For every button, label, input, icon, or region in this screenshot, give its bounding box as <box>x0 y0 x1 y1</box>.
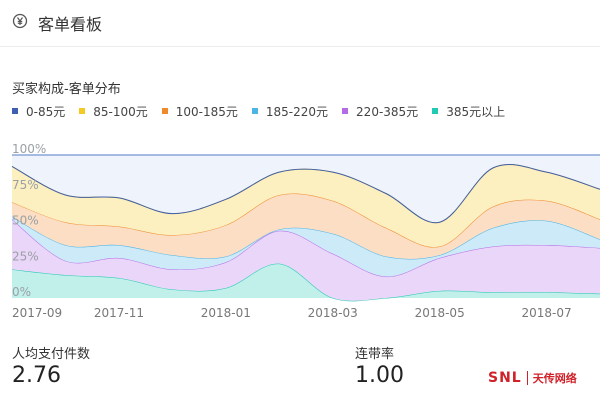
avg-items-label: 人均支付件数 <box>12 347 91 362</box>
y-tick-label: 50% <box>12 214 39 228</box>
page-header: 客单看板 <box>0 0 600 47</box>
page-title: 客单看板 <box>38 15 103 34</box>
legend-swatch <box>251 108 258 114</box>
watermark-brand: SNL <box>488 370 522 386</box>
x-tick-label: 2017-09 <box>12 306 62 320</box>
watermark-logo: SNL 天传网络 <box>488 370 577 386</box>
legend-swatch <box>12 108 18 114</box>
stacked-area-chart: 0% 25% 50% 75% 100% 2017-09 2017-11 2018-01 201… <box>11 142 600 320</box>
legend-item[interactable]: 85-100元 <box>79 103 148 120</box>
watermark-cn: 天传网络 <box>532 372 577 385</box>
legend-item[interactable]: 185-220元 <box>251 103 329 120</box>
legend-label: 220-385元 <box>356 104 419 119</box>
section-title: 买家构成-客单分布 <box>12 82 121 97</box>
x-tick-label: 2018-07 <box>521 306 571 320</box>
legend-swatch <box>432 108 439 114</box>
chart-legend: 0-85元 85-100元 100-185元 185-220元 220-385元 385元… <box>12 103 519 119</box>
legend-swatch <box>161 108 168 114</box>
legend-label: 85-100元 <box>93 104 148 119</box>
yuan-circle-icon <box>12 13 28 29</box>
legend-item[interactable]: 100-185元 <box>161 103 238 120</box>
attach-rate-label: 连带率 <box>355 347 395 362</box>
avg-items-value: 2.76 <box>12 363 61 388</box>
legend-label: 185-220元 <box>265 104 329 119</box>
y-tick-label: 25% <box>12 249 39 263</box>
attach-rate-value: 1.00 <box>355 363 404 388</box>
legend-item[interactable]: 385元以上 <box>432 103 505 120</box>
x-tick-label: 2018-05 <box>415 306 465 320</box>
legend-label: 385元以上 <box>446 104 506 119</box>
x-tick-label: 2018-01 <box>201 306 251 320</box>
legend-label: 100-185元 <box>175 104 238 119</box>
y-tick-label: 100% <box>12 142 46 156</box>
y-tick-label: 0% <box>12 285 31 299</box>
legend-swatch <box>342 108 349 114</box>
legend-label: 0-85元 <box>26 104 66 119</box>
x-tick-label: 2017-11 <box>94 306 144 320</box>
legend-item[interactable]: 220-385元 <box>342 103 418 120</box>
legend-swatch <box>79 108 86 114</box>
x-tick-label: 2018-03 <box>308 306 358 320</box>
legend-item[interactable]: 0-85元 <box>12 103 65 120</box>
y-tick-label: 75% <box>12 178 39 192</box>
